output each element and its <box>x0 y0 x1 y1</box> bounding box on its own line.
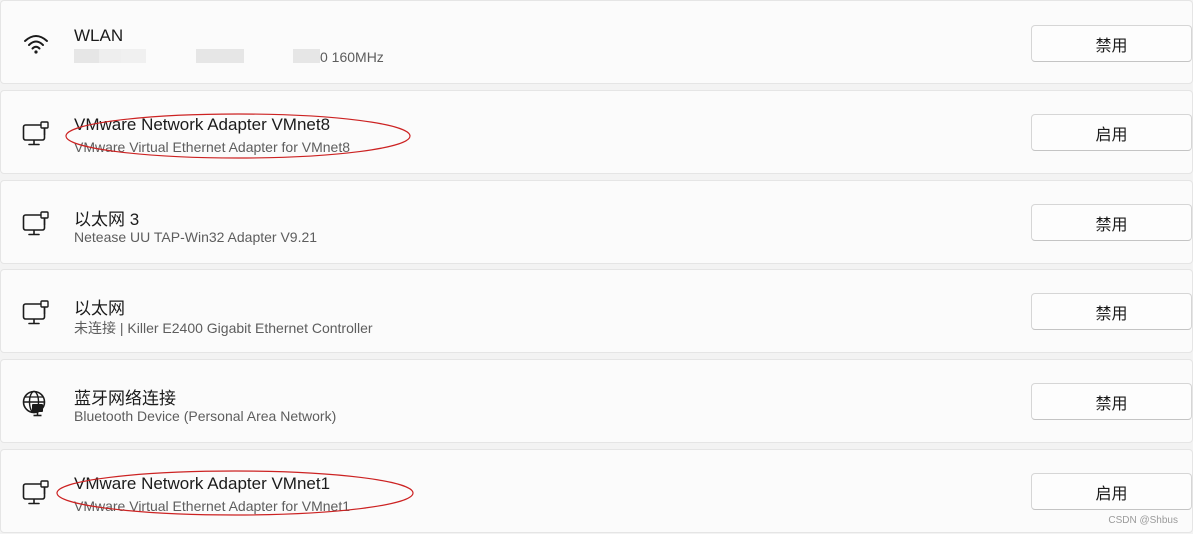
ethernet-icon <box>21 478 51 508</box>
adapter-subtitle: Netease UU TAP-Win32 Adapter V9.21 <box>74 229 318 245</box>
adapter-subtitle: VMware Virtual Ethernet Adapter for VMne… <box>74 498 350 514</box>
adapter-row-vmnet8: VMware Network Adapter VMnet8 VMware Vir… <box>0 90 1193 174</box>
disable-button[interactable]: 禁用 <box>1031 383 1192 420</box>
redacted-text <box>74 49 99 63</box>
disable-button[interactable]: 禁用 <box>1031 25 1192 62</box>
adapter-title: 蓝牙网络连接 <box>74 389 176 408</box>
adapter-subtitle: Bluetooth Device (Personal Area Network) <box>74 408 337 424</box>
redacted-text <box>121 49 146 63</box>
adapter-row-ethernet-3: 以太网 3 Netease UU TAP-Win32 Adapter V9.21… <box>0 180 1193 264</box>
adapter-title: 以太网 3 <box>74 210 140 229</box>
ethernet-icon <box>21 119 51 149</box>
redacted-text <box>293 49 320 63</box>
watermark: CSDN @Shbus <box>1108 515 1178 526</box>
adapter-subtitle: 未连接 | Killer E2400 Gigabit Ethernet Cont… <box>74 320 373 336</box>
wifi-icon <box>21 29 51 59</box>
adapter-row-wlan: WLAN 0 160MHz 禁用 <box>0 0 1193 84</box>
adapter-title: VMware Network Adapter VMnet1 <box>74 474 331 493</box>
adapter-row-ethernet: 以太网 未连接 | Killer E2400 Gigabit Ethernet … <box>0 269 1193 353</box>
adapter-title: VMware Network Adapter VMnet8 <box>74 115 331 134</box>
enable-button[interactable]: 启用 <box>1031 114 1192 151</box>
enable-button[interactable]: 启用 <box>1031 473 1192 510</box>
adapter-title: 以太网 <box>74 299 125 318</box>
disable-button[interactable]: 禁用 <box>1031 204 1192 241</box>
redacted-text <box>196 49 244 63</box>
redacted-text <box>99 49 121 63</box>
disable-button[interactable]: 禁用 <box>1031 293 1192 330</box>
adapter-title: WLAN <box>74 26 124 45</box>
globe-network-icon <box>21 388 51 418</box>
adapter-subtitle: 0 160MHz <box>320 49 384 65</box>
ethernet-icon <box>21 298 51 328</box>
adapter-subtitle: VMware Virtual Ethernet Adapter for VMne… <box>74 139 350 155</box>
adapter-row-vmnet1: VMware Network Adapter VMnet1 VMware Vir… <box>0 449 1193 533</box>
adapter-row-bluetooth: 蓝牙网络连接 Bluetooth Device (Personal Area N… <box>0 359 1193 443</box>
network-adapter-list: WLAN 0 160MHz 禁用 VMware Network Adapter … <box>0 0 1193 534</box>
ethernet-icon <box>21 209 51 239</box>
